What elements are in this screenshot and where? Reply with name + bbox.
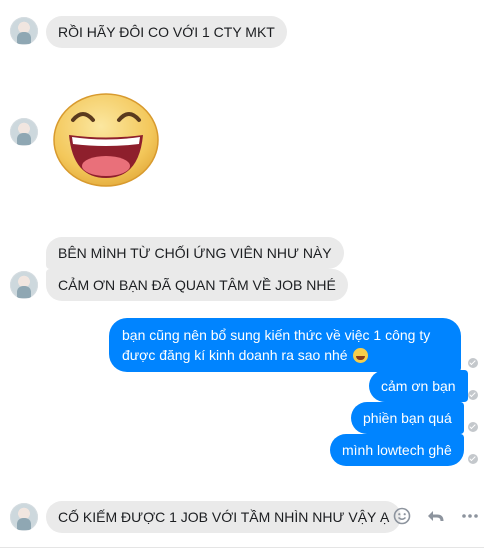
read-receipt-icon xyxy=(468,358,478,368)
read-receipt-icon xyxy=(468,390,478,400)
laughing-face-icon[interactable] xyxy=(51,90,161,190)
message-text: RỒI HÃY ĐÔI CO VỚI 1 CTY MKT xyxy=(58,24,275,40)
message-text: BÊN MÌNH TỪ CHỐI ỨNG VIÊN NHƯ NÀY xyxy=(58,245,332,261)
outgoing-message[interactable]: phiền bạn quá xyxy=(351,402,464,434)
message-text: bạn cũng nên bổ sung kiến thức về việc 1… xyxy=(122,327,431,363)
read-receipt-icon xyxy=(468,422,478,432)
grinning-face-icon xyxy=(353,348,369,363)
read-receipt-icon xyxy=(468,454,478,464)
sender-avatar[interactable] xyxy=(10,118,38,146)
sender-avatar[interactable] xyxy=(10,17,38,45)
message-text: cảm ơn bạn xyxy=(381,378,456,394)
reply-arrow-icon[interactable] xyxy=(425,506,445,526)
smiley-reaction-icon[interactable] xyxy=(392,506,412,526)
more-options-icon[interactable] xyxy=(460,506,480,526)
incoming-message[interactable]: CỐ KIẾM ĐƯỢC 1 JOB VỚI TẦM NHÌN NHƯ VẬY … xyxy=(46,501,402,533)
outgoing-message[interactable]: mình lowtech ghê xyxy=(330,434,464,466)
message-text: CỐ KIẾM ĐƯỢC 1 JOB VỚI TẦM NHÌN NHƯ VẬY … xyxy=(58,509,390,525)
message-text: mình lowtech ghê xyxy=(342,442,452,458)
divider xyxy=(0,547,484,548)
outgoing-message[interactable]: cảm ơn bạn xyxy=(369,370,468,402)
incoming-message[interactable]: RỒI HÃY ĐÔI CO VỚI 1 CTY MKT xyxy=(46,16,287,48)
incoming-message[interactable]: CẢM ƠN BẠN ĐÃ QUAN TÂM VỀ JOB NHÉ xyxy=(46,269,348,301)
message-text: CẢM ƠN BẠN ĐÃ QUAN TÂM VỀ JOB NHÉ xyxy=(58,277,336,293)
sender-avatar[interactable] xyxy=(10,503,38,531)
incoming-message[interactable]: BÊN MÌNH TỪ CHỐI ỨNG VIÊN NHƯ NÀY xyxy=(46,237,344,269)
outgoing-message[interactable]: bạn cũng nên bổ sung kiến thức về việc 1… xyxy=(109,318,461,372)
sender-avatar[interactable] xyxy=(10,271,38,299)
message-text: phiền bạn quá xyxy=(363,410,452,426)
